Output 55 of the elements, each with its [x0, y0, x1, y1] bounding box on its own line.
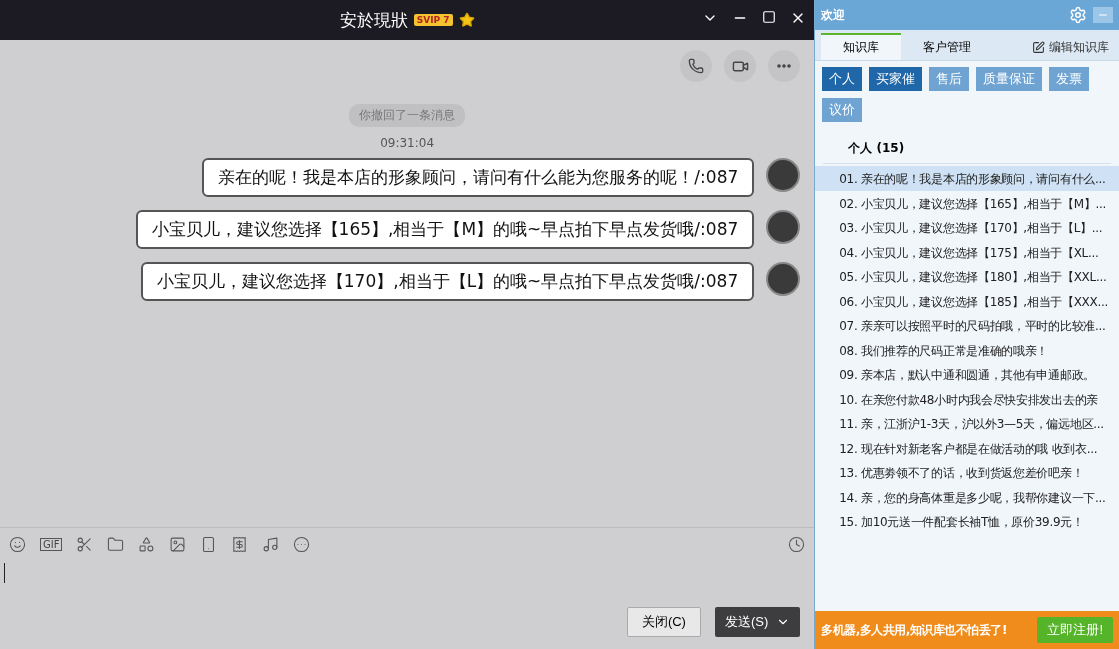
send-button[interactable]: 发送(S)	[714, 607, 801, 637]
list-item[interactable]: 02. 小宝贝儿，建议您选择【165】,相当于【M】...	[815, 190, 1119, 215]
group-heading: 个人 (15)	[823, 128, 1111, 164]
close-button[interactable]: 关闭(C)	[626, 607, 701, 637]
message-time: 09:31:04	[380, 136, 435, 150]
category-button[interactable]: 买家催	[869, 67, 923, 91]
category-button[interactable]: 个人	[822, 67, 863, 91]
panel-title: 欢迎	[821, 6, 847, 24]
promo-text: 多机器,多人共用,知识库也不怕丢了!	[821, 621, 1007, 639]
list-item[interactable]: 04. 小宝贝儿，建议您选择【175】,相当于【XL...	[815, 239, 1119, 264]
list-item[interactable]: 09. 亲本店，默认中通和圆通，其他有申通邮政。	[815, 362, 1119, 387]
vip-badge: SVIP 7	[413, 14, 453, 26]
message-bubble: 小宝贝儿，建议您选择【165】,相当于【M】的哦~早点拍下早点发货哦/:087	[135, 210, 755, 249]
smiley-icon[interactable]	[9, 536, 26, 553]
list-item[interactable]: 11. 亲，江浙沪1-3天，沪以外3—5天，偏远地区...	[815, 411, 1119, 436]
list-item[interactable]: 03. 小宝贝儿，建议您选择【170】,相当于【L】...	[815, 215, 1119, 240]
list-item[interactable]: 12. 现在针对新老客户都是在做活动的哦 收到衣...	[815, 435, 1119, 460]
settings-icon[interactable]	[1069, 6, 1087, 24]
star-icon	[458, 12, 475, 28]
system-notice: 你撤回了一条消息	[349, 104, 466, 127]
receipt-icon[interactable]	[231, 536, 249, 553]
list-item[interactable]: 14. 亲，您的身高体重是多少呢，我帮你建议一下...	[815, 484, 1119, 509]
list-item[interactable]: 06. 小宝贝儿，建议您选择【185】,相当于【XXX...	[815, 288, 1119, 313]
maximize-icon[interactable]	[762, 10, 777, 24]
window-title: 安於現狀	[339, 8, 408, 32]
list-item[interactable]: 05. 小宝贝儿，建议您选择【180】,相当于【XXL...	[815, 264, 1119, 289]
avatar	[766, 262, 801, 296]
list-item[interactable]: 08. 我们推荐的尺码正常是准确的哦亲！	[815, 337, 1119, 362]
phone-icon	[688, 58, 705, 74]
list-item[interactable]: 10. 在亲您付款48小时内我会尽快安排发出去的亲	[815, 386, 1119, 411]
video-button[interactable]	[724, 50, 757, 82]
shapes-icon[interactable]	[138, 536, 156, 553]
text-cursor	[4, 563, 5, 583]
music-icon[interactable]	[262, 536, 280, 553]
list-item[interactable]: 13. 优惠劵领不了的话，收到货返您差价吧亲！	[815, 460, 1119, 485]
message-bubble: 小宝贝儿，建议您选择【170】,相当于【L】的哦~早点拍下早点发货哦/:087	[140, 262, 755, 301]
history-icon[interactable]	[788, 536, 806, 553]
folder-icon[interactable]	[107, 536, 125, 553]
edit-link[interactable]: 编辑知识库	[1028, 35, 1113, 60]
more-icon[interactable]	[293, 536, 311, 553]
list-item[interactable]: 15. 加10元送一件配套长袖T恤，原价39.9元！	[815, 509, 1119, 534]
gif-icon[interactable]: GIF	[40, 538, 63, 551]
list-item[interactable]: 07. 亲亲可以按照平时的尺码拍哦，平时的比较准...	[815, 313, 1119, 338]
tab[interactable]: 知识库	[821, 33, 902, 60]
image-icon[interactable]	[169, 536, 187, 553]
avatar	[766, 158, 801, 192]
more-button[interactable]	[768, 50, 801, 82]
call-button[interactable]	[680, 50, 713, 82]
more-icon	[777, 64, 792, 68]
message-bubble: 亲在的呢！我是本店的形象顾问，请问有什么能为您服务的呢！/:087	[202, 158, 755, 197]
tab[interactable]: 客户管理	[901, 33, 994, 60]
edit-icon	[1032, 41, 1045, 54]
list-item[interactable]: 01. 亲在的呢！我是本店的形象顾问，请问有什么...	[815, 166, 1119, 191]
avatar	[766, 210, 801, 244]
scissors-icon[interactable]	[76, 536, 94, 553]
